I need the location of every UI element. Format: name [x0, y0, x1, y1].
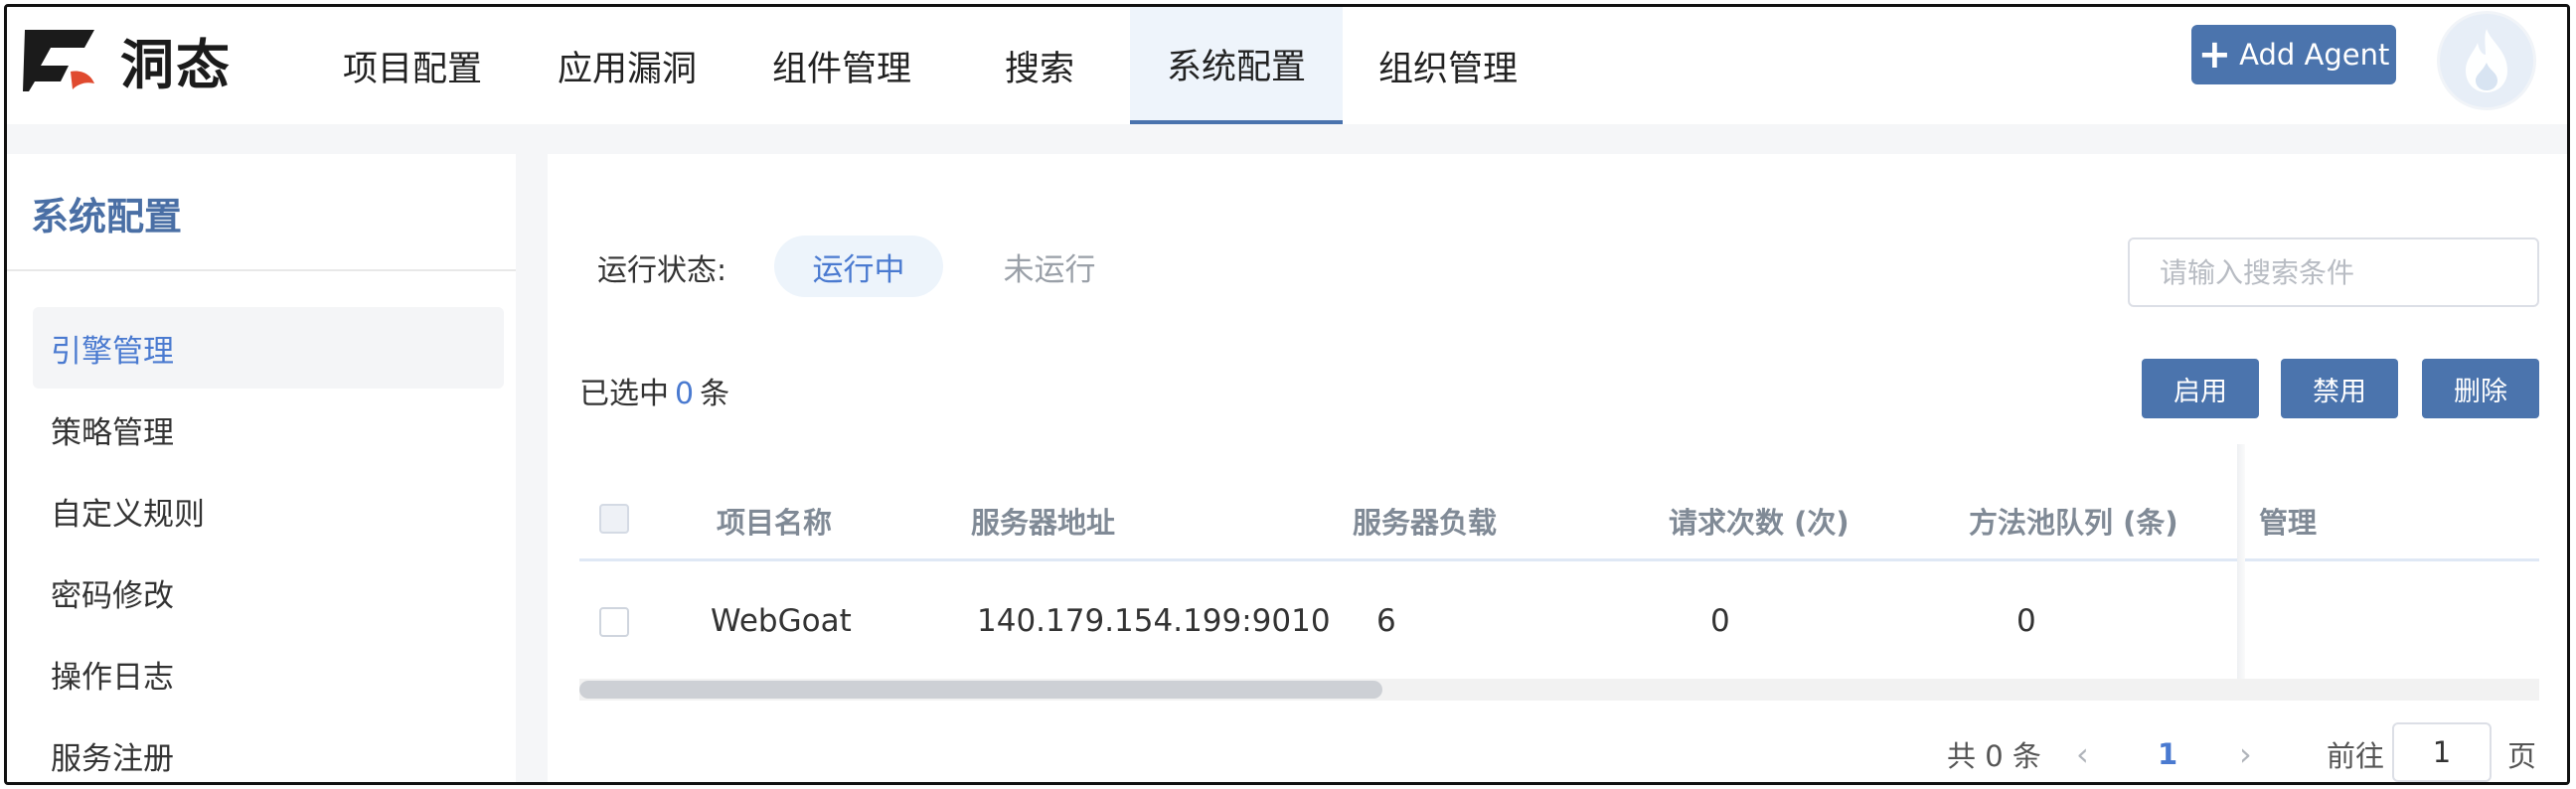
column-header-server-load: 服务器负载 [1353, 506, 1498, 540]
sidebar-item-service-registration[interactable]: 服务注册 [33, 714, 504, 782]
column-header-server-address: 服务器地址 [971, 506, 1116, 540]
pagination-next[interactable]: › [2239, 724, 2252, 782]
scrollbar-thumb[interactable] [579, 681, 1382, 699]
main-nav: 项目配置 应用漏洞 组件管理 搜索 系统配置 组织管理 [305, 7, 1553, 124]
add-agent-label: Add Agent [2239, 38, 2390, 72]
table-row: WebGoat 140.179.154.199:9010 6 0 0 [579, 561, 2539, 681]
nav-item-projects[interactable]: 项目配置 [305, 7, 520, 124]
nav-item-vulnerabilities[interactable]: 应用漏洞 [520, 7, 734, 124]
column-header-manage: 管理 [2259, 506, 2318, 540]
pagination-total: 共 0 条 [1947, 739, 2041, 773]
disable-button[interactable]: 禁用 [2281, 359, 2398, 418]
search-input[interactable] [2128, 237, 2539, 307]
sidebar-item-engine-management[interactable]: 引擎管理 [33, 307, 504, 389]
add-agent-button[interactable]: + Add Agent [2191, 25, 2396, 84]
row-checkbox[interactable] [599, 607, 629, 637]
cell-method-pool-queue: 0 [2016, 603, 2036, 639]
logo-mark-icon [23, 30, 94, 91]
page-suffix: 页 [2507, 739, 2537, 773]
table-header: 项目名称 服务器地址 服务器负载 请求次数 (次) 方法池队列 (条) 管理 [579, 472, 2539, 561]
current-page-number: 1 [2158, 737, 2178, 771]
sidebar-title: 系统配置 [31, 195, 183, 238]
selection-suffix: 条 [700, 377, 730, 411]
chevron-left-icon: ‹ [2076, 735, 2089, 773]
divider [7, 269, 516, 271]
nav-item-search[interactable]: 搜索 [949, 7, 1130, 124]
goto-label: 前往 [2327, 739, 2385, 773]
pagination-prev[interactable]: ‹ [2076, 724, 2089, 782]
status-filter-label: 运行状态: [597, 253, 727, 288]
sidebar-item-custom-rules[interactable]: 自定义规则 [33, 470, 504, 552]
chevron-right-icon: › [2239, 735, 2252, 773]
nav-item-system-config[interactable]: 系统配置 [1130, 7, 1343, 124]
nav-item-components[interactable]: 组件管理 [734, 7, 949, 124]
column-header-project-name: 项目名称 [717, 506, 833, 540]
sidebar-item-operation-log[interactable]: 操作日志 [33, 633, 504, 714]
enable-button[interactable]: 启用 [2142, 359, 2259, 418]
app-window: 洞态 项目配置 应用漏洞 组件管理 搜索 系统配置 组织管理 + Add Age… [4, 4, 2570, 785]
status-running-tab[interactable]: 运行中 [774, 236, 943, 297]
main-panel: 运行状态: 运行中 未运行 已选中0条 启用 禁用 删除 项目名称 服务器地址 … [548, 154, 2567, 782]
fixed-column-shadow [2237, 444, 2245, 701]
sidebar-item-password-change[interactable]: 密码修改 [33, 552, 504, 633]
selection-count: 0 [675, 377, 695, 411]
logo-text: 洞态 [120, 33, 232, 96]
cell-server-load: 6 [1376, 603, 1396, 639]
select-all-checkbox[interactable] [599, 504, 629, 534]
flame-icon [2466, 29, 2507, 92]
selection-summary: 已选中 0 条 [579, 369, 729, 412]
cell-project-name: WebGoat [711, 603, 852, 639]
top-header: 洞态 项目配置 应用漏洞 组件管理 搜索 系统配置 组织管理 + Add Age… [7, 7, 2567, 124]
avatar[interactable] [2437, 11, 2536, 110]
status-stopped-tab[interactable]: 未运行 [985, 236, 1114, 297]
cell-request-count: 0 [1710, 603, 1730, 639]
plus-icon: + [2197, 32, 2232, 78]
column-header-request-count: 请求次数 (次) [1669, 506, 1850, 540]
selection-prefix: 已选中 [579, 377, 669, 411]
logo[interactable]: 洞态 [21, 25, 232, 96]
goto-page-input[interactable] [2392, 722, 2492, 782]
pagination-page-1[interactable]: 1 [2158, 724, 2178, 782]
sidebar-item-policy-management[interactable]: 策略管理 [33, 389, 504, 470]
cell-server-address: 140.179.154.199:9010 [977, 603, 1331, 639]
column-header-method-pool-queue: 方法池队列 (条) [1969, 506, 2178, 540]
sidebar: 系统配置 引擎管理 策略管理 自定义规则 密码修改 操作日志 服务注册 [7, 154, 516, 782]
nav-item-organization[interactable]: 组织管理 [1343, 7, 1553, 124]
delete-button[interactable]: 删除 [2422, 359, 2539, 418]
